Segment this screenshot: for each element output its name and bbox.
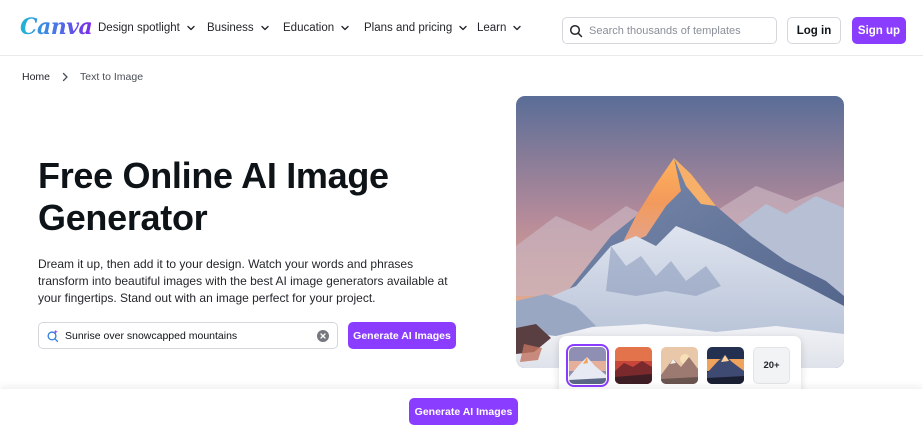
breadcrumb-home-link[interactable]: Home xyxy=(22,71,50,83)
chevron-down-icon xyxy=(513,25,522,31)
thumbnail-image xyxy=(569,347,606,384)
thumbnail-image xyxy=(615,347,652,384)
sticky-generate-button[interactable]: Generate AI Images xyxy=(409,398,518,425)
close-icon xyxy=(320,333,326,339)
prompt-input-box[interactable] xyxy=(38,322,338,349)
chevron-down-icon xyxy=(459,25,467,31)
hero-mountain-image xyxy=(516,96,844,368)
nav-business[interactable]: Business xyxy=(207,0,271,56)
hero-description: Dream it up, then add it to your design.… xyxy=(38,257,448,305)
mountain-illustration xyxy=(516,96,844,368)
thumbnail-red-sunset-mountain[interactable] xyxy=(615,347,652,384)
nav-label: Plans and pricing xyxy=(364,22,453,34)
top-navigation-bar: Canva Design spotlight Business Educatio… xyxy=(0,0,923,56)
canva-logo[interactable]: Canva xyxy=(20,14,93,40)
chevron-down-icon xyxy=(341,25,349,31)
clear-prompt-button[interactable] xyxy=(317,330,329,342)
magic-search-icon xyxy=(47,329,59,342)
thumbnail-sunrise-mountain[interactable] xyxy=(566,344,609,387)
nav-education[interactable]: Education xyxy=(283,0,351,56)
chevron-right-icon xyxy=(62,72,68,82)
nav-label: Learn xyxy=(477,22,507,34)
nav-design-spotlight[interactable]: Design spotlight xyxy=(98,0,197,56)
breadcrumb-current: Text to Image xyxy=(80,71,144,83)
nav-label: Education xyxy=(283,22,335,34)
generate-ai-images-button[interactable]: Generate AI Images xyxy=(348,322,456,349)
breadcrumb: Home Text to Image xyxy=(22,71,143,83)
thumbnail-image xyxy=(661,347,698,384)
nav-plans-and-pricing[interactable]: Plans and pricing xyxy=(364,0,469,56)
nav-label: Business xyxy=(207,22,254,34)
login-button[interactable]: Log in xyxy=(787,17,841,44)
thumbnail-image xyxy=(707,347,744,384)
prompt-input[interactable] xyxy=(65,329,305,342)
search-input[interactable] xyxy=(589,24,769,37)
signup-button[interactable]: Sign up xyxy=(852,17,906,44)
nav-label: Design spotlight xyxy=(98,22,180,34)
search-icon xyxy=(569,24,583,37)
nav-learn[interactable]: Learn xyxy=(477,0,523,56)
page-title: Free Online AI Image Generator xyxy=(38,155,389,238)
template-search-box[interactable] xyxy=(562,17,777,44)
thumbnail-dusk-mountain[interactable] xyxy=(707,347,744,384)
chevron-down-icon xyxy=(187,25,195,31)
thumbnail-painted-mountain[interactable] xyxy=(661,347,698,384)
chevron-down-icon xyxy=(260,25,269,31)
more-thumbnails-button[interactable]: 20+ xyxy=(753,347,790,384)
